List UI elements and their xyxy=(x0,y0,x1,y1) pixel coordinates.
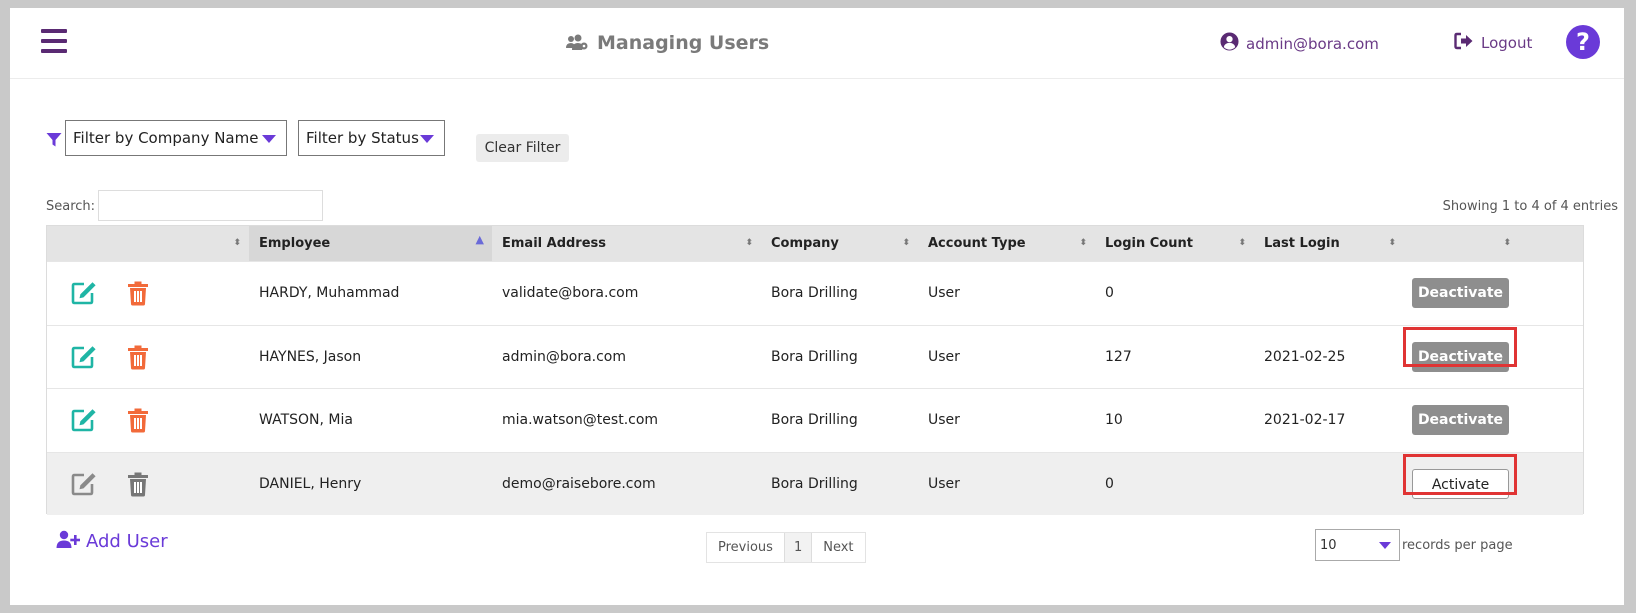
trash-icon[interactable] xyxy=(127,345,149,374)
chevron-down-icon xyxy=(1379,542,1391,549)
sort-icon: ⬍ xyxy=(1388,238,1396,248)
company-filter-label: Filter by Company Name xyxy=(73,129,259,147)
cell-employee: DANIEL, Henry xyxy=(259,475,362,492)
table-row: WATSON, Mia mia.watson@test.com Bora Drill… xyxy=(47,388,1583,451)
sort-icon: ⬍ xyxy=(745,238,753,248)
activate-button[interactable]: Activate xyxy=(1412,468,1509,499)
cell-login-count: 127 xyxy=(1105,348,1132,365)
previous-page-button[interactable]: Previous xyxy=(707,533,784,562)
records-per-page-select[interactable]: 10 xyxy=(1315,529,1400,561)
table-row: HAYNES, Jason admin@bora.com Bora Drilling… xyxy=(47,324,1583,388)
edit-icon[interactable] xyxy=(71,472,97,500)
column-header-last-login[interactable]: Last Login ⬍ xyxy=(1254,226,1404,261)
table-row: HARDY, Muhammad validate@bora.com Bora Dri… xyxy=(47,261,1583,324)
cell-company: Bora Drilling xyxy=(771,475,858,492)
trash-icon[interactable] xyxy=(127,281,149,310)
pagination: Previous 1 Next xyxy=(706,532,866,563)
company-filter-select[interactable]: Filter by Company Name xyxy=(65,120,287,156)
deactivate-button[interactable]: Deactivate xyxy=(1412,278,1509,308)
menu-icon[interactable] xyxy=(41,29,67,53)
cell-account-type: User xyxy=(928,412,960,428)
users-cog-icon xyxy=(565,34,589,52)
cell-email: validate@bora.com xyxy=(502,285,639,301)
app-frame: Managing Users admin@bora.com Logout ? F… xyxy=(10,8,1624,605)
cell-email: mia.watson@test.com xyxy=(502,412,659,428)
cell-account-type: User xyxy=(928,475,960,492)
cell-company: Bora Drilling xyxy=(771,285,858,301)
cell-login-count: 0 xyxy=(1105,475,1114,492)
search-input[interactable] xyxy=(98,190,323,221)
cell-last-login: 2021-02-17 xyxy=(1264,412,1346,428)
cell-employee: HARDY, Muhammad xyxy=(259,285,400,301)
deactivate-button[interactable]: Deactivate xyxy=(1412,405,1509,435)
cell-account-type: User xyxy=(928,285,960,301)
search-label: Search: xyxy=(46,199,96,214)
sort-icon: ⬍ xyxy=(902,238,910,248)
column-header-email[interactable]: Email Address ⬍ xyxy=(492,226,761,261)
records-per-page-value: 10 xyxy=(1320,538,1337,553)
records-per-page-label: records per page xyxy=(1402,538,1513,553)
table-header: ⬍ Employee ▲ Email Address ⬍ Company ⬍ A… xyxy=(47,226,1583,261)
logout-label: Logout xyxy=(1481,34,1533,52)
users-table: ⬍ Employee ▲ Email Address ⬍ Company ⬍ A… xyxy=(46,225,1584,515)
edit-icon[interactable] xyxy=(71,345,97,373)
status-filter-select[interactable]: Filter by Status xyxy=(298,120,445,156)
chevron-down-icon xyxy=(420,135,434,143)
cell-last-login: 2021-02-25 xyxy=(1264,348,1346,365)
add-user-button[interactable]: Add User xyxy=(56,530,168,553)
column-header-status-action[interactable]: ⬍ xyxy=(1404,226,1519,261)
column-header-actions[interactable]: ⬍ xyxy=(47,226,249,261)
user-account[interactable]: admin@bora.com xyxy=(1220,32,1379,55)
sort-asc-icon: ▲ xyxy=(475,233,484,246)
cell-employee: HAYNES, Jason xyxy=(259,348,362,365)
column-header-company[interactable]: Company ⬍ xyxy=(761,226,918,261)
cell-account-type: User xyxy=(928,348,960,365)
page-title: Managing Users xyxy=(597,32,770,54)
page-header: Managing Users xyxy=(565,32,769,54)
user-circle-icon xyxy=(1220,32,1239,55)
cell-email: demo@raisebore.com xyxy=(502,475,656,492)
next-page-button[interactable]: Next xyxy=(812,533,864,562)
cell-login-count: 10 xyxy=(1105,412,1123,428)
logout-button[interactable]: Logout xyxy=(1454,32,1532,54)
cell-email: admin@bora.com xyxy=(502,348,627,365)
cell-employee: WATSON, Mia xyxy=(259,412,353,428)
sort-icon: ⬍ xyxy=(1238,238,1246,248)
cell-company: Bora Drilling xyxy=(771,412,858,428)
user-plus-icon xyxy=(56,530,81,553)
sort-icon: ⬍ xyxy=(1503,238,1511,248)
edit-icon[interactable] xyxy=(71,281,97,309)
trash-icon[interactable] xyxy=(127,408,149,437)
column-header-login-count[interactable]: Login Count ⬍ xyxy=(1095,226,1254,261)
column-header-employee[interactable]: Employee ▲ xyxy=(249,226,492,261)
filter-icon xyxy=(46,132,62,152)
user-email: admin@bora.com xyxy=(1246,34,1379,53)
edit-icon[interactable] xyxy=(71,408,97,436)
add-user-label: Add User xyxy=(86,531,168,552)
deactivate-button[interactable]: Deactivate xyxy=(1412,341,1509,372)
column-header-account-type[interactable]: Account Type ⬍ xyxy=(918,226,1095,261)
trash-icon[interactable] xyxy=(127,472,149,501)
cell-company: Bora Drilling xyxy=(771,348,858,365)
clear-filter-button[interactable]: Clear Filter xyxy=(476,134,569,162)
sort-icon: ⬍ xyxy=(1079,238,1087,248)
logout-icon xyxy=(1454,32,1474,54)
sort-icon: ⬍ xyxy=(233,238,241,248)
help-icon[interactable]: ? xyxy=(1566,25,1600,59)
cell-login-count: 0 xyxy=(1105,285,1114,301)
top-bar: Managing Users admin@bora.com Logout ? xyxy=(10,8,1624,79)
table-row: DANIEL, Henry demo@raisebore.com Bora Dril… xyxy=(47,451,1583,515)
status-filter-label: Filter by Status xyxy=(306,129,419,147)
entries-info: Showing 1 to 4 of 4 entries xyxy=(1442,199,1618,214)
page-1-button[interactable]: 1 xyxy=(783,533,813,562)
chevron-down-icon xyxy=(262,135,276,143)
